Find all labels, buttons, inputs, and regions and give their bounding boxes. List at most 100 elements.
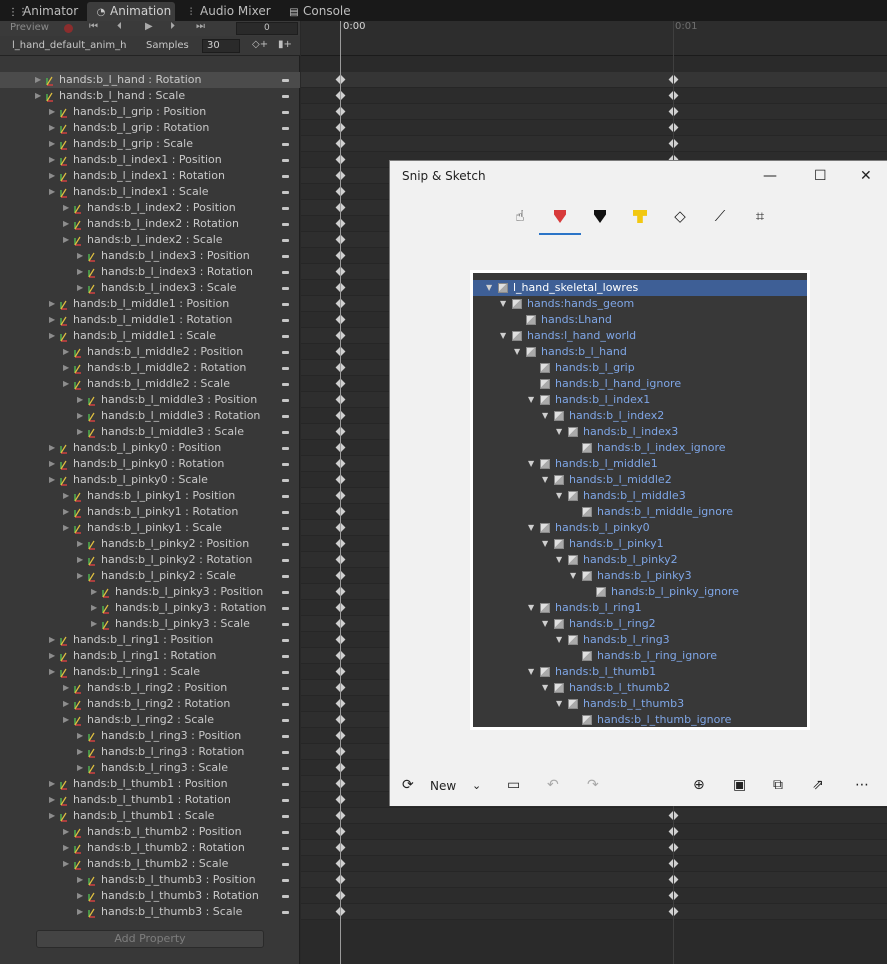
expand-arrow-icon[interactable]: ▶ xyxy=(77,248,83,264)
property-options-icon[interactable] xyxy=(282,783,289,786)
copy-icon[interactable]: ⧉ xyxy=(773,777,783,793)
property-row[interactable]: ▶ hands:b_l_ring2 : Position xyxy=(0,680,300,696)
property-row[interactable]: ▶ hands:b_l_middle2 : Position xyxy=(0,344,300,360)
expand-arrow-icon[interactable]: ▶ xyxy=(77,536,83,552)
property-row[interactable]: ▶ hands:b_l_index1 : Position xyxy=(0,152,300,168)
previous-keyframe-icon[interactable]: ⏴ xyxy=(117,21,122,32)
tab-animator[interactable]: ⋮⋮Animator xyxy=(8,2,78,21)
property-options-icon[interactable] xyxy=(282,735,289,738)
expand-arrow-icon[interactable]: ▶ xyxy=(49,456,55,472)
save-icon[interactable]: ▣ xyxy=(733,777,746,793)
property-options-icon[interactable] xyxy=(282,399,289,402)
property-options-icon[interactable] xyxy=(282,879,289,882)
zoom-icon[interactable]: ⊕ xyxy=(693,777,705,793)
next-keyframe-icon[interactable]: ⏵ xyxy=(170,21,175,32)
expand-arrow-icon[interactable]: ▶ xyxy=(63,376,69,392)
timeline-row[interactable] xyxy=(301,824,887,840)
property-options-icon[interactable] xyxy=(282,623,289,626)
property-row[interactable]: ▶ hands:b_l_index3 : Rotation xyxy=(0,264,300,280)
share-icon[interactable]: ⇗ xyxy=(812,777,824,793)
property-row[interactable]: ▶ hands:b_l_pinky2 : Scale xyxy=(0,568,300,584)
expand-arrow-icon[interactable]: ▶ xyxy=(49,120,55,136)
play-icon[interactable]: ▶ xyxy=(145,21,153,32)
expand-arrow-icon[interactable]: ▶ xyxy=(77,904,83,920)
expand-arrow-icon[interactable]: ▶ xyxy=(49,136,55,152)
property-options-icon[interactable] xyxy=(282,223,289,226)
property-row[interactable]: ▶ hands:b_l_thumb2 : Rotation xyxy=(0,840,300,856)
property-options-icon[interactable] xyxy=(282,79,289,82)
property-row[interactable]: ▶ hands:b_l_pinky2 : Rotation xyxy=(0,552,300,568)
expand-arrow-icon[interactable]: ▶ xyxy=(63,488,69,504)
property-row[interactable]: ▶ hands:b_l_pinky3 : Scale xyxy=(0,616,300,632)
property-options-icon[interactable] xyxy=(282,751,289,754)
expand-arrow-icon[interactable]: ▶ xyxy=(49,440,55,456)
property-options-icon[interactable] xyxy=(282,543,289,546)
property-row[interactable]: ▶ hands:b_l_middle1 : Rotation xyxy=(0,312,300,328)
property-row[interactable]: ▶ hands:b_l_ring2 : Scale xyxy=(0,712,300,728)
property-options-icon[interactable] xyxy=(282,799,289,802)
property-options-icon[interactable] xyxy=(282,175,289,178)
chevron-down-icon[interactable]: ⌄ xyxy=(472,779,481,792)
property-row[interactable]: ▶ hands:b_l_pinky3 : Rotation xyxy=(0,600,300,616)
record-button[interactable] xyxy=(64,24,73,33)
timeline-row[interactable] xyxy=(301,904,887,920)
property-row[interactable]: ▶ hands:b_l_ring3 : Rotation xyxy=(0,744,300,760)
expand-arrow-icon[interactable]: ▶ xyxy=(77,280,83,296)
property-options-icon[interactable] xyxy=(282,511,289,514)
ballpoint-pen-icon[interactable] xyxy=(539,201,581,235)
highlighter-icon[interactable] xyxy=(625,201,655,231)
redo-icon[interactable]: ↷ xyxy=(587,777,599,793)
property-options-icon[interactable] xyxy=(282,127,289,130)
property-row[interactable]: ▶ hands:b_l_middle3 : Rotation xyxy=(0,408,300,424)
property-row[interactable]: ▶ hands:b_l_thumb1 : Rotation xyxy=(0,792,300,808)
property-options-icon[interactable] xyxy=(282,463,289,466)
timeline-ruler[interactable]: 0:00 0:01 xyxy=(301,21,887,56)
property-row[interactable]: ▶ hands:b_l_pinky1 : Scale xyxy=(0,520,300,536)
expand-arrow-icon[interactable]: ▶ xyxy=(49,152,55,168)
touch-writing-icon[interactable]: ☝ xyxy=(505,201,535,231)
expand-arrow-icon[interactable]: ▶ xyxy=(49,328,55,344)
expand-arrow-icon[interactable]: ▶ xyxy=(77,872,83,888)
property-options-icon[interactable] xyxy=(282,303,289,306)
timeline-row[interactable] xyxy=(301,120,887,136)
expand-arrow-icon[interactable]: ▶ xyxy=(63,840,69,856)
property-options-icon[interactable] xyxy=(282,655,289,658)
property-options-icon[interactable] xyxy=(282,447,289,450)
crop-icon[interactable]: ⌗ xyxy=(745,201,775,231)
timeline-row[interactable] xyxy=(301,136,887,152)
property-options-icon[interactable] xyxy=(282,431,289,434)
expand-arrow-icon[interactable]: ▶ xyxy=(63,360,69,376)
tab-console[interactable]: ▤ Console xyxy=(288,2,350,21)
property-row[interactable]: ▶ hands:b_l_ring1 : Rotation xyxy=(0,648,300,664)
property-row[interactable]: ▶ hands:b_l_pinky2 : Position xyxy=(0,536,300,552)
property-row[interactable]: ▶ hands:b_l_middle1 : Scale xyxy=(0,328,300,344)
property-options-icon[interactable] xyxy=(282,479,289,482)
property-options-icon[interactable] xyxy=(282,255,289,258)
property-row[interactable]: ▶ hands:b_l_grip : Scale xyxy=(0,136,300,152)
pencil-icon[interactable] xyxy=(585,201,615,231)
expand-arrow-icon[interactable]: ▶ xyxy=(63,216,69,232)
timeline-row[interactable] xyxy=(301,88,887,104)
property-options-icon[interactable] xyxy=(282,671,289,674)
property-row[interactable]: ▶ hands:b_l_thumb3 : Scale xyxy=(0,904,300,920)
expand-arrow-icon[interactable]: ▶ xyxy=(49,296,55,312)
expand-arrow-icon[interactable]: ▶ xyxy=(91,584,97,600)
timeline-row[interactable] xyxy=(301,104,887,120)
property-options-icon[interactable] xyxy=(282,527,289,530)
property-options-icon[interactable] xyxy=(282,207,289,210)
playhead-line[interactable] xyxy=(340,21,341,964)
property-options-icon[interactable] xyxy=(282,863,289,866)
property-options-icon[interactable] xyxy=(282,847,289,850)
property-options-icon[interactable] xyxy=(282,367,289,370)
expand-arrow-icon[interactable]: ▶ xyxy=(49,808,55,824)
property-row[interactable]: ▶ hands:b_l_index1 : Rotation xyxy=(0,168,300,184)
ruler-icon[interactable]: ⟋ xyxy=(705,201,735,231)
property-options-icon[interactable] xyxy=(282,767,289,770)
expand-arrow-icon[interactable]: ▶ xyxy=(63,520,69,536)
property-options-icon[interactable] xyxy=(282,383,289,386)
minimize-icon[interactable]: — xyxy=(763,168,777,184)
timeline-row[interactable] xyxy=(301,840,887,856)
timeline-row[interactable] xyxy=(301,72,887,88)
property-row[interactable]: ▶ hands:b_l_grip : Position xyxy=(0,104,300,120)
expand-arrow-icon[interactable]: ▶ xyxy=(63,696,69,712)
